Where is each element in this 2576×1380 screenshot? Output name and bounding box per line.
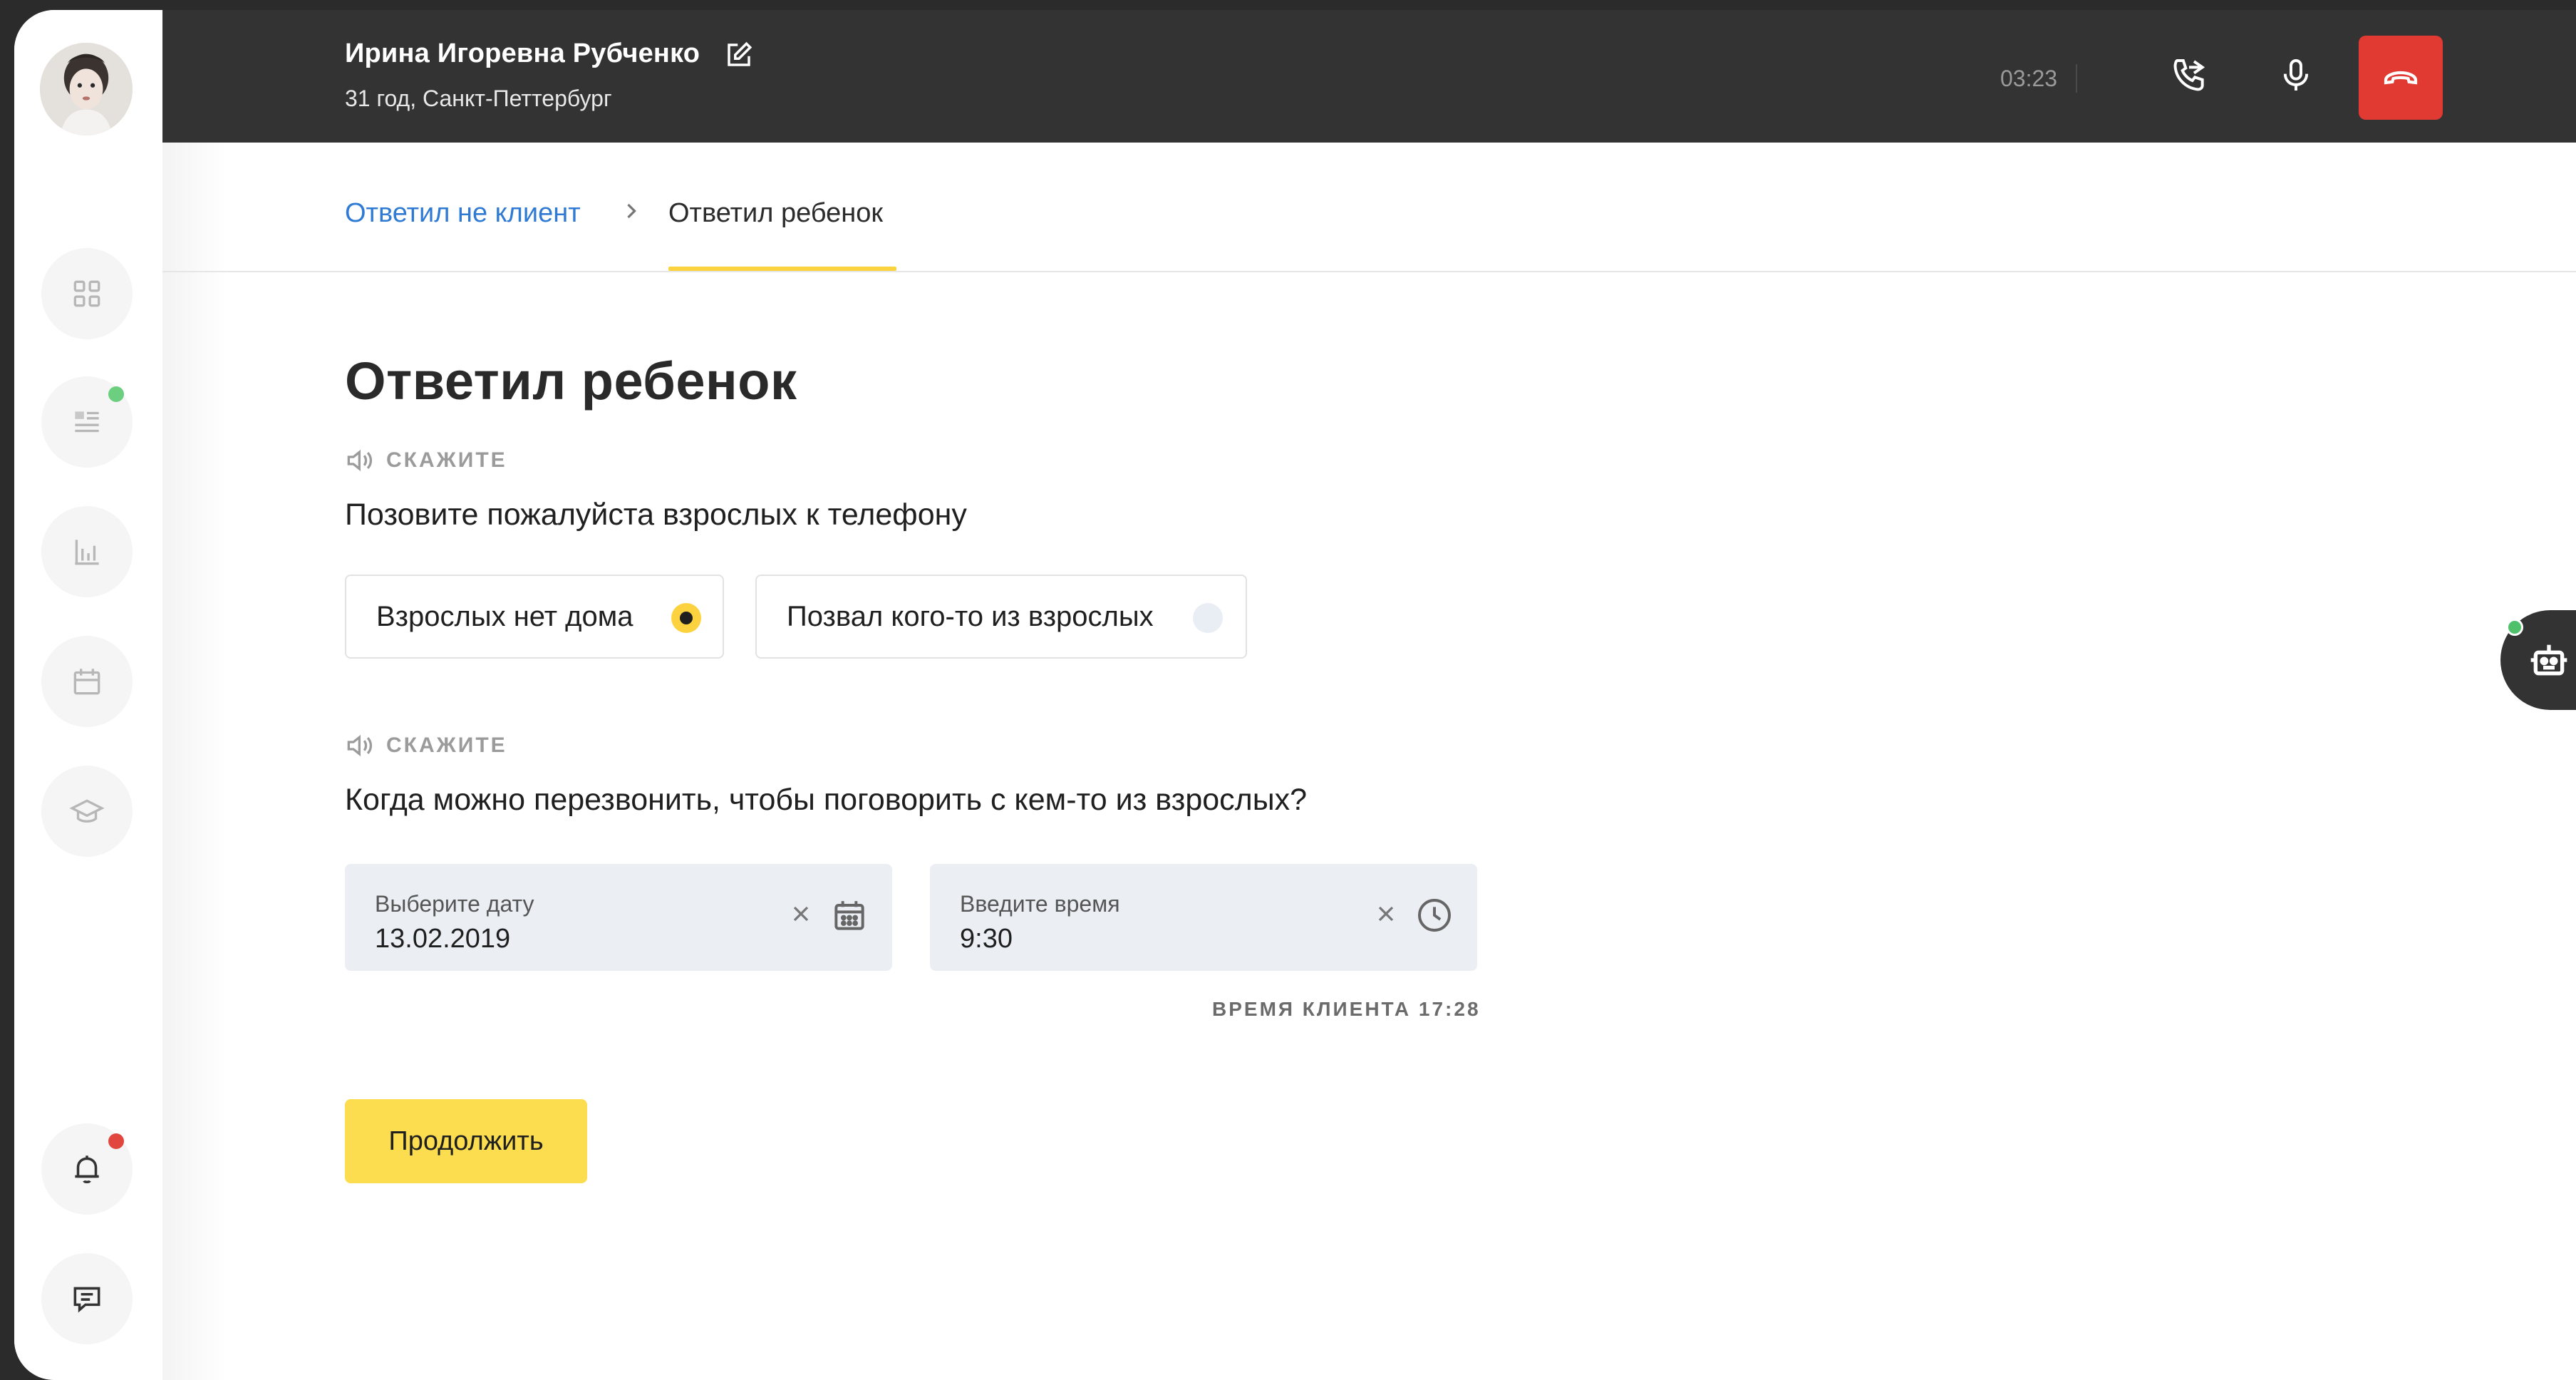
- grid-icon: [73, 280, 100, 307]
- option-label: Взрослых нет дома: [376, 600, 633, 632]
- bell-icon: [75, 1155, 99, 1183]
- sidebar-item-education[interactable]: [41, 766, 133, 857]
- time-field-value[interactable]: 9:30: [960, 924, 1013, 954]
- clock-icon[interactable]: [1414, 895, 1454, 935]
- assistant-tab[interactable]: [2500, 610, 2576, 710]
- robot-icon: [2530, 644, 2567, 676]
- date-field-label: Выберите дату: [375, 891, 534, 917]
- app-window: Ирина Игоревна Рубченко 31 год, Санкт-Пе…: [14, 10, 2576, 1380]
- assistant-status-dot: [2506, 619, 2523, 636]
- sidebar-item-chat[interactable]: [41, 1253, 133, 1344]
- option-no-adults[interactable]: Взрослых нет дома: [345, 575, 724, 659]
- mute-button[interactable]: [2263, 43, 2329, 108]
- transfer-call-button[interactable]: [2156, 43, 2222, 108]
- hang-up-button[interactable]: [2359, 36, 2443, 120]
- prompt-callback: Когда можно перезвонить, чтобы поговорит…: [345, 783, 1308, 817]
- chat-icon: [73, 1287, 100, 1313]
- call-timer: 03:23: [2000, 64, 2078, 93]
- speaker-icon: [347, 734, 373, 757]
- sidebar: [14, 10, 162, 1380]
- breadcrumb: Ответил не клиент Ответил ребенок: [162, 143, 2576, 272]
- breadcrumb-parent-link[interactable]: Ответил не клиент: [345, 198, 581, 229]
- phone-hangup-icon: [2384, 71, 2418, 85]
- tasks-badge: [108, 386, 124, 402]
- prompt-adults: Позовите пожалуйста взрослых к телефону: [345, 498, 967, 532]
- continue-button[interactable]: Продолжить: [345, 1099, 587, 1183]
- notifications-badge: [108, 1133, 124, 1149]
- calendar-icon: [73, 669, 100, 695]
- say-hint-1: СКАЖИТЕ: [345, 446, 507, 475]
- phone-forward-icon: [2173, 59, 2205, 91]
- sidebar-item-calendar[interactable]: [41, 636, 133, 727]
- radio-selected[interactable]: [671, 603, 701, 633]
- bar-chart-icon: [75, 540, 99, 565]
- breadcrumb-current: Ответил ребенок: [668, 198, 884, 228]
- sidebar-item-stats[interactable]: [41, 506, 133, 597]
- option-called-adult[interactable]: Позвал кого-то из взрослых: [755, 575, 1247, 659]
- sidebar-item-dashboard[interactable]: [41, 248, 133, 339]
- avatar[interactable]: [40, 43, 133, 135]
- sidebar-item-tasks[interactable]: [41, 376, 133, 468]
- client-age-city: 31 год, Санкт-Петтербург: [345, 86, 612, 111]
- say-label: СКАЖИТЕ: [386, 448, 507, 472]
- option-label: Позвал кого-то из взрослых: [787, 600, 1154, 632]
- clear-time-icon[interactable]: [1373, 901, 1399, 927]
- clear-date-icon[interactable]: [788, 901, 814, 927]
- say-hint-2: СКАЖИТЕ: [345, 731, 507, 760]
- time-field[interactable]: Введите время 9:30: [930, 864, 1477, 971]
- call-header: Ирина Игоревна Рубченко 31 год, Санкт-Пе…: [162, 10, 2576, 143]
- graduation-cap-icon: [69, 799, 105, 823]
- edit-icon[interactable]: [724, 40, 754, 70]
- speaker-icon: [347, 449, 373, 472]
- calendar-icon[interactable]: [829, 895, 869, 935]
- script-step: Ответил ребенок СКАЖИТЕ Позовите пожалуй…: [162, 272, 2576, 1380]
- chevron-right-icon: [627, 203, 636, 219]
- client-local-time: ВРЕМЯ КЛИЕНТА 17:28: [1212, 998, 1481, 1020]
- radio-unselected[interactable]: [1193, 603, 1223, 633]
- avatar-image: [40, 43, 133, 135]
- breadcrumb-active-indicator: [668, 267, 896, 271]
- time-field-label: Введите время: [960, 891, 1120, 917]
- list-icon: [75, 411, 99, 433]
- microphone-icon: [2283, 59, 2309, 91]
- page-title: Ответил ребенок: [345, 351, 797, 411]
- date-field[interactable]: Выберите дату 13.02.2019: [345, 864, 892, 971]
- sidebar-item-notifications[interactable]: [41, 1123, 133, 1215]
- date-field-value[interactable]: 13.02.2019: [375, 924, 510, 954]
- client-name: Ирина Игоревна Рубченко: [345, 38, 700, 68]
- say-label: СКАЖИТЕ: [386, 733, 507, 757]
